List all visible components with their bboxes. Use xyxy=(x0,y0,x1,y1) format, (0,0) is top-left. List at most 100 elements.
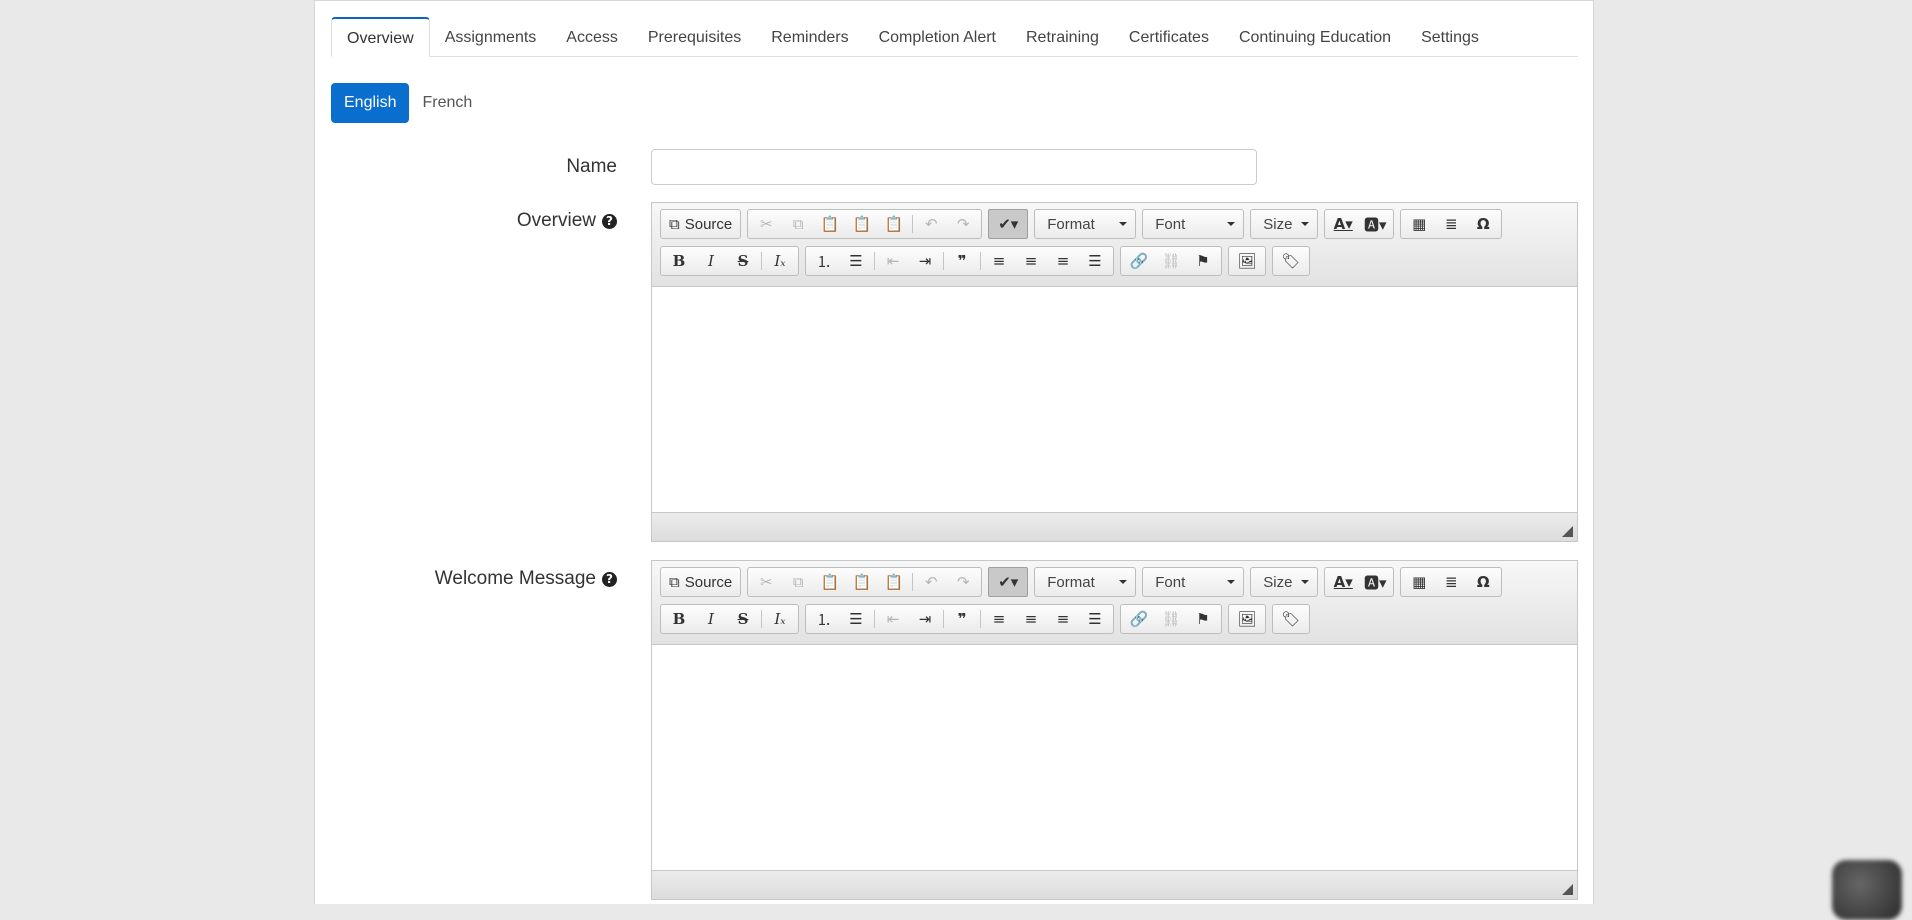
format-dropdown[interactable]: Format xyxy=(1034,567,1137,597)
tab-settings[interactable]: Settings xyxy=(1406,18,1494,56)
horizontal-rule-icon[interactable]: ≣ xyxy=(1435,211,1467,237)
anchor-flag-icon[interactable]: ⚑ xyxy=(1187,606,1219,632)
align-right-icon[interactable]: ≡ xyxy=(1047,248,1079,274)
paste-text-icon[interactable]: 📋 xyxy=(846,569,878,595)
toolbar-separator xyxy=(761,252,762,270)
justify-icon[interactable]: ☰ xyxy=(1079,606,1111,632)
special-char-icon[interactable]: Ω xyxy=(1467,211,1499,237)
format-dropdown[interactable]: Format xyxy=(1034,209,1137,239)
tag-icon[interactable]: 🏷 xyxy=(1275,248,1307,274)
bold-icon[interactable]: B xyxy=(663,248,695,274)
link-icon[interactable]: 🔗 xyxy=(1123,248,1155,274)
paste-icon[interactable]: 📋 xyxy=(814,211,846,237)
tab-prerequisites[interactable]: Prerequisites xyxy=(633,18,756,56)
spellcheck-icon[interactable]: ✔▾ xyxy=(988,567,1029,597)
table-icon[interactable]: ▦ xyxy=(1403,569,1435,595)
bulleted-list-icon[interactable]: ☰ xyxy=(840,606,872,632)
unlink-icon[interactable]: ⛓ xyxy=(1155,606,1187,632)
remove-format-icon[interactable]: Iₓ xyxy=(764,248,796,274)
text-color-icon[interactable]: A▾ xyxy=(1327,569,1359,595)
overview-editor-content[interactable] xyxy=(652,287,1577,512)
tab-access[interactable]: Access xyxy=(551,18,633,56)
background-color-icon[interactable]: 🅰▾ xyxy=(1359,569,1391,595)
copy-icon[interactable]: ⧉ xyxy=(782,211,814,237)
resize-handle-icon[interactable] xyxy=(1562,526,1573,537)
overview-label: Overview ? xyxy=(517,210,617,232)
italic-icon[interactable]: I xyxy=(695,606,727,632)
indent-icon[interactable]: ⇥ xyxy=(909,606,941,632)
source-button[interactable]: ⧉ Source xyxy=(663,569,738,595)
undo-icon[interactable]: ↶ xyxy=(915,569,947,595)
align-center-icon[interactable]: ≡ xyxy=(1015,606,1047,632)
blockquote-icon[interactable]: ❞ xyxy=(946,248,978,274)
numbered-list-icon[interactable]: ⒈ xyxy=(808,606,840,632)
strike-icon[interactable]: S xyxy=(727,248,759,274)
size-dropdown[interactable]: Size xyxy=(1250,567,1319,597)
table-icon[interactable]: ▦ xyxy=(1403,211,1435,237)
language-english[interactable]: English xyxy=(331,83,410,123)
justify-icon[interactable]: ☰ xyxy=(1079,248,1111,274)
resize-handle-icon[interactable] xyxy=(1562,884,1573,895)
font-dropdown-label: Font xyxy=(1155,573,1186,591)
caret-down-icon xyxy=(1301,580,1310,584)
tab-assignments[interactable]: Assignments xyxy=(430,18,552,56)
language-french[interactable]: French xyxy=(409,83,485,123)
tab-continuing-education[interactable]: Continuing Education xyxy=(1224,18,1406,56)
tab-reminders[interactable]: Reminders xyxy=(756,18,863,56)
cut-icon[interactable]: ✂ xyxy=(750,211,782,237)
tab-retraining[interactable]: Retraining xyxy=(1011,18,1114,56)
italic-icon[interactable]: I xyxy=(695,248,727,274)
anchor-flag-icon[interactable]: ⚑ xyxy=(1187,248,1219,274)
redo-icon[interactable]: ↷ xyxy=(947,569,979,595)
editor-footer xyxy=(652,870,1577,899)
paste-word-icon[interactable]: 📋 xyxy=(878,211,910,237)
bold-icon[interactable]: B xyxy=(663,606,695,632)
size-dropdown[interactable]: Size xyxy=(1250,209,1319,239)
name-input[interactable] xyxy=(651,149,1257,185)
welcome-editor-content[interactable] xyxy=(652,645,1577,870)
spellcheck-icon[interactable]: ✔▾ xyxy=(988,209,1029,239)
toolbar-separator xyxy=(874,252,875,270)
outdent-icon[interactable]: ⇤ xyxy=(877,248,909,274)
tab-certificates[interactable]: Certificates xyxy=(1114,18,1224,56)
unlink-icon[interactable]: ⛓ xyxy=(1155,248,1187,274)
blockquote-icon[interactable]: ❞ xyxy=(946,606,978,632)
align-right-icon[interactable]: ≡ xyxy=(1047,606,1079,632)
background-color-icon[interactable]: 🅰▾ xyxy=(1359,211,1391,237)
tag-icon[interactable]: 🏷 xyxy=(1275,606,1307,632)
tab-overview[interactable]: Overview xyxy=(331,17,430,57)
tab-completion-alert[interactable]: Completion Alert xyxy=(864,18,1011,56)
horizontal-rule-icon[interactable]: ≣ xyxy=(1435,569,1467,595)
remove-format-icon[interactable]: Iₓ xyxy=(764,606,796,632)
special-char-icon[interactable]: Ω xyxy=(1467,569,1499,595)
toolbar-separator xyxy=(874,610,875,628)
link-icon[interactable]: 🔗 xyxy=(1123,606,1155,632)
strike-icon[interactable]: S xyxy=(727,606,759,632)
cut-icon[interactable]: ✂ xyxy=(750,569,782,595)
paste-text-icon[interactable]: 📋 xyxy=(846,211,878,237)
font-dropdown[interactable]: Font xyxy=(1142,567,1245,597)
source-button[interactable]: ⧉ Source xyxy=(663,211,738,237)
copy-icon[interactable]: ⧉ xyxy=(782,569,814,595)
course-tabs: Overview Assignments Access Prerequisite… xyxy=(331,17,1578,57)
text-color-icon[interactable]: A▾ xyxy=(1327,211,1359,237)
image-icon[interactable]: 🖼 xyxy=(1231,606,1263,632)
question-circle-icon[interactable]: ? xyxy=(602,213,617,229)
indent-icon[interactable]: ⇥ xyxy=(909,248,941,274)
numbered-list-icon[interactable]: ⒈ xyxy=(808,248,840,274)
toolbar-separator xyxy=(761,610,762,628)
floating-avatar[interactable] xyxy=(1832,860,1902,920)
image-icon[interactable]: 🖼 xyxy=(1231,248,1263,274)
redo-icon[interactable]: ↷ xyxy=(947,211,979,237)
question-circle-icon[interactable]: ? xyxy=(602,571,617,587)
align-left-icon[interactable]: ≡ xyxy=(983,248,1015,274)
align-center-icon[interactable]: ≡ xyxy=(1015,248,1047,274)
paste-icon[interactable]: 📋 xyxy=(814,569,846,595)
paste-word-icon[interactable]: 📋 xyxy=(878,569,910,595)
welcome-label: Welcome Message ? xyxy=(435,568,617,590)
font-dropdown[interactable]: Font xyxy=(1142,209,1245,239)
outdent-icon[interactable]: ⇤ xyxy=(877,606,909,632)
undo-icon[interactable]: ↶ xyxy=(915,211,947,237)
align-left-icon[interactable]: ≡ xyxy=(983,606,1015,632)
bulleted-list-icon[interactable]: ☰ xyxy=(840,248,872,274)
